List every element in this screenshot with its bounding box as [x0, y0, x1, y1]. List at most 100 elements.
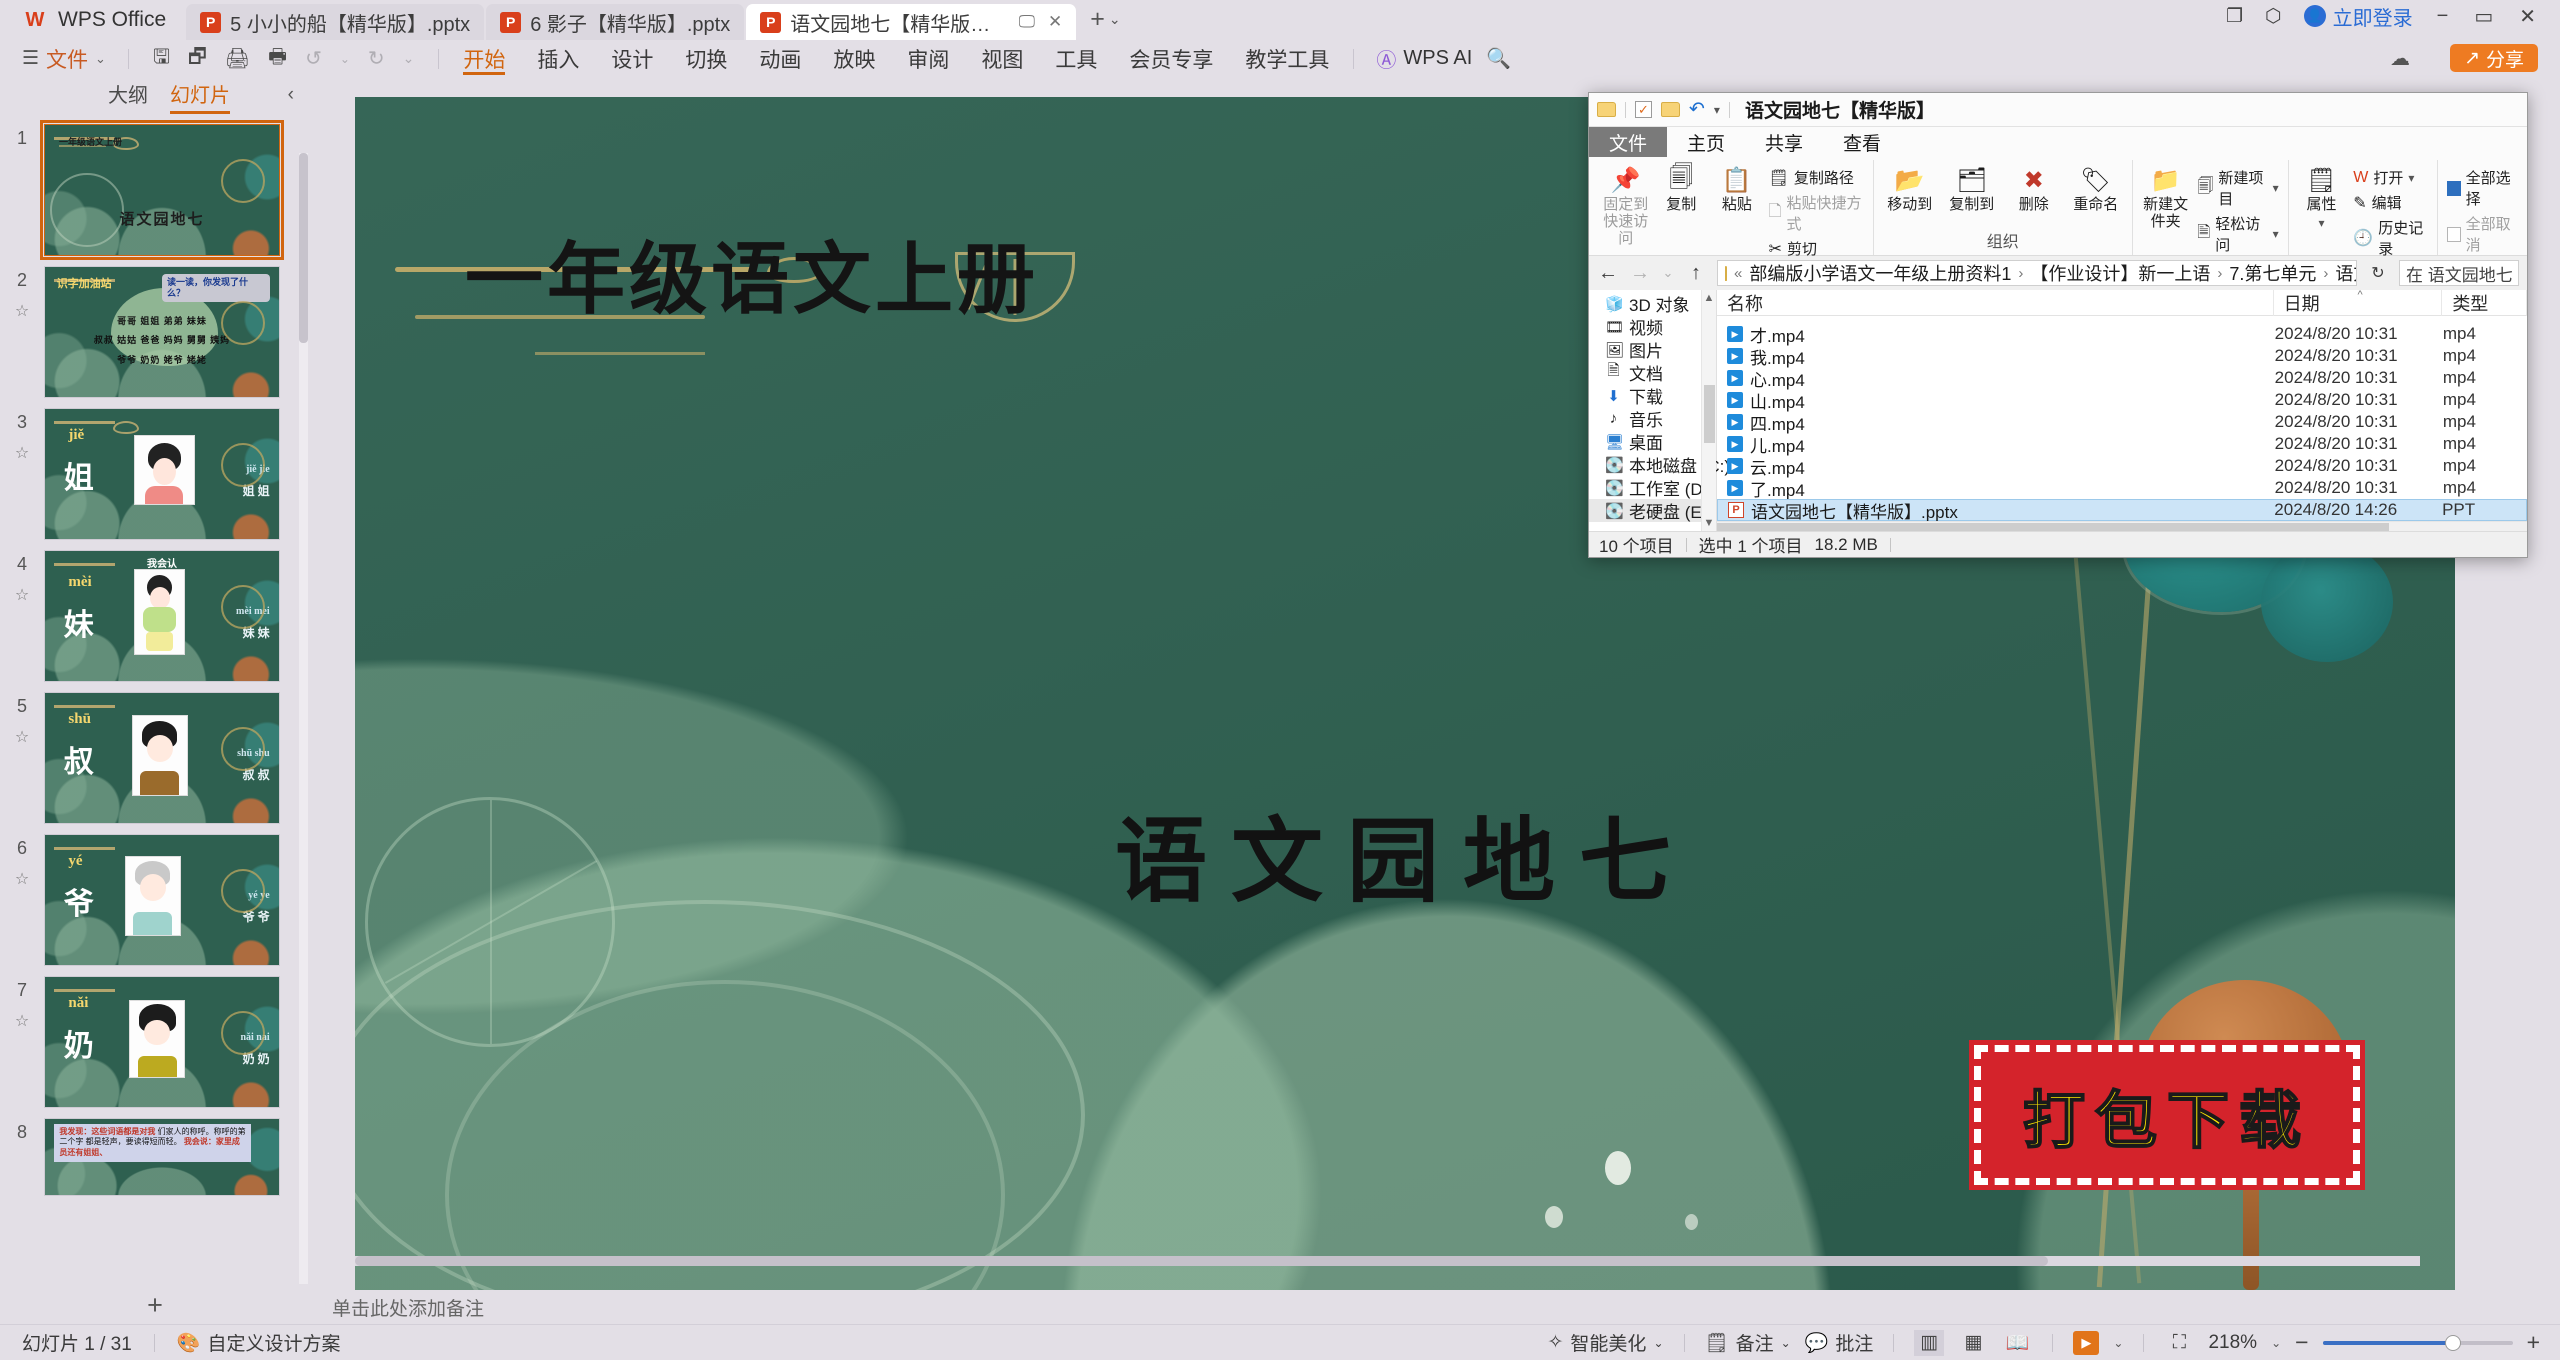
copy-button[interactable]: 🗐 复制 [1655, 163, 1709, 216]
dropdown-icon[interactable]: ▾ [1714, 103, 1720, 117]
canvas-horizontal-scrollbar[interactable] [355, 1256, 2420, 1266]
star-icon[interactable]: ☆ [15, 301, 29, 321]
sidebar-item-drive-d[interactable]: 💽 工作室 (D:) [1589, 476, 1716, 500]
ribbon-tab-member[interactable]: 会员专享 [1113, 40, 1229, 77]
file-list[interactable]: 名称 ^ 日期 类型 · · ▶ 才.mp4 2024/8/20 10:31 [1717, 290, 2527, 531]
star-icon[interactable]: ☆ [15, 585, 29, 605]
slide-center-text[interactable]: 语文园地七 [355, 787, 2455, 920]
paste-shortcut-button[interactable]: 🗋 粘贴快捷方式 [1766, 191, 1867, 235]
rename-button[interactable]: 🏷 重命名 [2066, 163, 2126, 216]
close-button[interactable]: ✕ [2517, 4, 2538, 29]
edit-button[interactable]: ✎ 编辑 [2350, 191, 2431, 214]
column-header-date[interactable]: ^ 日期 [2274, 290, 2443, 316]
normal-view-button[interactable]: ▥ [1914, 1329, 1945, 1356]
scrollbar-thumb[interactable] [1704, 385, 1715, 443]
new-folder-icon[interactable] [1661, 102, 1680, 117]
sidebar-item-music[interactable]: ♪ 音乐 [1589, 407, 1716, 430]
slide-sorter-button[interactable]: ▦ [1958, 1330, 1988, 1356]
ribbon-tab-design[interactable]: 设计 [595, 40, 669, 77]
star-icon[interactable]: ☆ [15, 1011, 29, 1031]
back-button[interactable]: ← [1597, 262, 1619, 285]
notes-pane[interactable]: 单击此处添加备注 [310, 1290, 2560, 1324]
sidebar-item-drive-c[interactable]: 💽 本地磁盘 (C:) [1589, 453, 1730, 477]
sidebar-item-desktop[interactable]: 🖥 桌面 [1589, 430, 1716, 454]
explorer-menu-view[interactable]: 查看 [1823, 127, 1901, 157]
tab-outline[interactable]: 大纲 [108, 79, 148, 111]
pin-to-quick-access-button[interactable]: 📌 固定到快速访问 [1599, 163, 1653, 249]
undo-dropdown-icon[interactable]: ⌄ [340, 52, 350, 66]
file-menu-button[interactable]: ☰ 文件 ⌄ [0, 44, 120, 74]
recent-locations-button[interactable]: ⌄ [1661, 265, 1675, 281]
start-slideshow-button[interactable]: ▶ [2073, 1330, 2100, 1355]
reading-view-button[interactable]: 📖 [2002, 1330, 2032, 1356]
scrollbar-thumb[interactable] [355, 1256, 2049, 1266]
print-preview-icon[interactable]: 🖶 [268, 42, 287, 76]
wps-ai-button[interactable]: Ⓐ WPS AI [1362, 44, 1472, 73]
zoom-in-button[interactable]: + [2527, 1329, 2540, 1356]
breadcrumb[interactable]: « 部编版小学语文一年级上册资料1 › 【作业设计】新一上语 › 7.第七单元 … [1717, 260, 2357, 286]
save-as-icon[interactable]: 🗗 [188, 42, 207, 76]
thumbnail-item-1[interactable]: 1 一年级语文上册 语文园地七 [0, 119, 310, 261]
breadcrumb-item-3[interactable]: 语文园地七【精华版】 [2335, 261, 2356, 285]
thumbnail-scrollbar[interactable] [299, 153, 308, 1284]
maximize-button[interactable]: ▭ [2472, 4, 2495, 29]
chevron-down-icon[interactable]: ⌄ [1781, 1336, 1791, 1350]
thumbnail-item-3[interactable]: 3 ☆ jiě 姐 jiě jie 姐 姐 [0, 403, 310, 545]
file-row-3[interactable]: ▶ 山.mp4 2024/8/20 10:31 mp4 [1717, 389, 2527, 412]
select-all-button[interactable]: 全部选择 [2444, 166, 2521, 210]
collapse-pane-icon[interactable]: ‹ [288, 84, 294, 106]
explorer-menu-share[interactable]: 共享 [1745, 127, 1823, 157]
share-button[interactable]: ↗ 分享 [2450, 44, 2538, 72]
thumbnail-item-6[interactable]: 6 ☆ yé 爷 yé ye 爷 爷 [0, 829, 310, 971]
smart-beautify-button[interactable]: ✧ 智能美化 ⌄ [1548, 1329, 1664, 1356]
file-list-horizontal-scrollbar[interactable] [1717, 521, 2527, 531]
ribbon-tab-transition[interactable]: 切换 [669, 40, 743, 77]
open-button[interactable]: W 打开 ▾ [2350, 166, 2431, 189]
properties-button[interactable]: 🗒 属性 ▾ [2295, 163, 2349, 232]
minimize-button[interactable]: − [2435, 5, 2451, 28]
file-row-6[interactable]: ▶ 云.mp4 2024/8/20 10:31 mp4 [1717, 455, 2527, 478]
document-tab-2[interactable]: P 6 影子【精华版】.pptx [486, 4, 745, 40]
document-tab-3-active[interactable]: P 语文园地七【精华版】.pptx 🖵 ✕ [746, 4, 1077, 40]
thumbnail-item-8[interactable]: 8 我发现：这些词语都是对我 们家人的称呼。称呼的第二个字 都是轻声，要读得短而… [0, 1113, 310, 1201]
slide-thumbnail-5[interactable]: shū 叔 shū shu 叔 叔 [44, 692, 280, 824]
explorer-menu-home[interactable]: 主页 [1667, 127, 1745, 157]
zoom-slider-handle[interactable] [2444, 1334, 2461, 1351]
thumbnail-item-5[interactable]: 5 ☆ shū 叔 shū shu 叔 叔 [0, 687, 310, 829]
file-row-0[interactable]: ▶ 才.mp4 2024/8/20 10:31 mp4 [1717, 323, 2527, 346]
slide-thumbnail-1[interactable]: 一年级语文上册 语文园地七 [40, 120, 284, 260]
up-button[interactable]: ↑ [1685, 262, 1707, 285]
notes-button[interactable]: 🗒 备注 ⌄ [1705, 1329, 1791, 1356]
chevron-down-icon[interactable]: ▾ [2273, 181, 2279, 195]
login-button[interactable]: 👤 立即登录 [2303, 2, 2413, 31]
thumbnail-item-4[interactable]: 4 ☆ 我会认 mèi 妹 mèi mei 妹 妹 [0, 545, 310, 687]
save-icon[interactable]: 🖫 [153, 42, 170, 76]
new-item-button[interactable]: 🗐 新建项目 ▾ [2194, 166, 2281, 210]
refresh-button[interactable]: ↻ [2367, 263, 2389, 283]
slide-thumbnail-2[interactable]: 识字加油站 读一读，你发现了什么？ 哥哥 姐姐 弟弟 妹妹 叔叔 姑姑 爸爸 妈… [44, 266, 280, 398]
sidebar-item-videos[interactable]: 🎞 视频 [1589, 315, 1716, 339]
copy-to-button[interactable]: 🗂 复制到 [1942, 163, 2002, 216]
explorer-sidebar[interactable]: 🧊 3D 对象 🎞 视频 🖼 图片 🗎 文档 ⬇ 下载 ♪ 音乐 🖥 桌面 💽 … [1589, 290, 1730, 531]
comment-button[interactable]: 💬 批注 [1805, 1329, 1874, 1356]
cube-icon[interactable]: ⬡ [2265, 5, 2282, 28]
slide-title-text[interactable]: 一年级语文上册 [465, 217, 1039, 329]
sidebar-scrollbar[interactable]: ▲ ▼ [1701, 290, 1716, 531]
tab-slides[interactable]: 幻灯片 [170, 79, 230, 114]
sidebar-item-documents[interactable]: 🗎 文档 [1589, 361, 1716, 384]
slide-thumbnail-3[interactable]: jiě 姐 jiě jie 姐 姐 [44, 408, 280, 540]
chevron-down-icon[interactable]: ⌄ [2271, 1336, 2281, 1350]
file-row-5[interactable]: ▶ 儿.mp4 2024/8/20 10:31 mp4 [1717, 433, 2527, 456]
cloud-upload-icon[interactable]: ☁ [2390, 46, 2410, 71]
design-scheme-button[interactable]: 🎨 自定义设计方案 [177, 1329, 341, 1356]
chevron-down-icon[interactable]: ⌄ [1109, 11, 1121, 28]
search-input[interactable]: 在 语文园地七【精华版】 中搜索 [2399, 260, 2519, 286]
history-button[interactable]: 🕘 历史记录 [2350, 216, 2431, 260]
column-header-type[interactable]: 类型 [2442, 290, 2527, 316]
redo-icon[interactable]: ↻ [368, 46, 385, 71]
slide-thumbnail-7[interactable]: nǎi 奶 nǎi nai 奶 奶 [44, 976, 280, 1108]
customize-qat-icon[interactable]: ⌄ [403, 50, 415, 67]
sidebar-item-downloads[interactable]: ⬇ 下载 [1589, 384, 1716, 408]
add-slide-button[interactable]: + [0, 1286, 310, 1324]
scroll-up-icon[interactable]: ▲ [1702, 292, 1716, 304]
